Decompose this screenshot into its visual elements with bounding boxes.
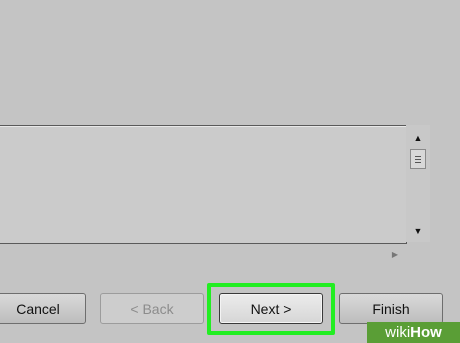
- scroll-right-icon[interactable]: ▶: [389, 248, 401, 262]
- scroll-up-icon[interactable]: ▲: [406, 131, 430, 145]
- finish-button[interactable]: Finish: [339, 293, 443, 324]
- vertical-scrollbar[interactable]: ▲ ▼: [406, 125, 430, 242]
- back-button[interactable]: < Back: [100, 293, 204, 324]
- preview-text-area: [0, 125, 407, 244]
- next-button[interactable]: Next >: [219, 293, 323, 324]
- wikihow-watermark: wikiHow: [367, 322, 460, 343]
- scroll-thumb[interactable]: [410, 149, 426, 169]
- scroll-down-icon[interactable]: ▼: [406, 224, 430, 238]
- cancel-button[interactable]: Cancel: [0, 293, 86, 324]
